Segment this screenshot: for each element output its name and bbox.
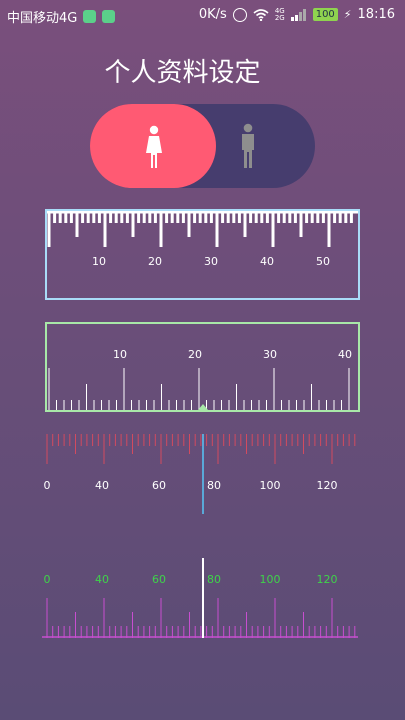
- ruler-label: 40: [95, 479, 109, 492]
- female-option[interactable]: [90, 104, 216, 188]
- ruler-label: 120: [317, 479, 338, 492]
- ruler-label: 50: [316, 255, 330, 268]
- gender-toggle[interactable]: [90, 104, 315, 188]
- weight-ruler[interactable]: 10 20 30 40: [45, 322, 360, 412]
- carrier-label: 中国移动4G: [7, 11, 78, 26]
- ruler-label: 20: [148, 255, 162, 268]
- ruler-label: 10: [92, 255, 106, 268]
- app-notification-icon: [83, 10, 97, 23]
- cell-signal-icon: [290, 8, 306, 21]
- ruler-label: 40: [95, 573, 109, 586]
- ruler-label: 120: [317, 573, 338, 586]
- charging-icon: ⚡: [343, 8, 352, 21]
- ruler-label: 20: [188, 348, 202, 361]
- android-notification-icon: [102, 10, 116, 23]
- ruler-label: 0: [44, 479, 51, 492]
- female-icon: [146, 125, 162, 168]
- ruler-label: 100: [260, 479, 281, 492]
- age-ruler[interactable]: 0 40 60 80 100 120: [42, 432, 362, 517]
- age-ruler-scale: 0 40 60 80 100 120: [44, 434, 356, 514]
- ruler-label: 0: [44, 573, 51, 586]
- ruler-label: 100: [260, 573, 281, 586]
- page-title: 个人资料设定: [104, 58, 261, 88]
- ruler-label: 40: [260, 255, 274, 268]
- value-ruler[interactable]: 0 40 60 80 100 120: [42, 555, 362, 640]
- status-left: 中国移动4G: [7, 7, 116, 26]
- male-icon[interactable]: [240, 123, 256, 169]
- ruler-label: 80: [207, 479, 221, 492]
- ruler-label: 60: [152, 573, 166, 586]
- value-ruler-scale: 0 40 60 80 100 120: [42, 558, 358, 638]
- battery-level: 100: [312, 8, 338, 21]
- status-bar: 中国移动4G 0K/s 4G 2G 100 ⚡ 18:16: [0, 0, 405, 30]
- status-right: 0K/s 4G 2G 100 ⚡ 18:16: [199, 7, 395, 22]
- clock: 18:16: [357, 7, 395, 22]
- ruler-label: 80: [207, 573, 221, 586]
- signal-2g-label: 2G: [274, 13, 285, 22]
- ruler-label: 30: [204, 255, 218, 268]
- wifi-icon: [253, 8, 269, 21]
- alarm-icon: [232, 7, 247, 22]
- height-ruler-scale: 10 20 30 40 50: [47, 210, 358, 268]
- ruler-label: 30: [263, 348, 277, 361]
- ruler-label: 10: [113, 348, 127, 361]
- ruler-label: 60: [152, 479, 166, 492]
- weight-ruler-scale: 10 20 30 40: [48, 348, 352, 410]
- height-ruler[interactable]: 10 20 30 40 50: [45, 209, 360, 300]
- ruler-label: 40: [338, 348, 352, 361]
- network-speed: 0K/s: [198, 7, 227, 22]
